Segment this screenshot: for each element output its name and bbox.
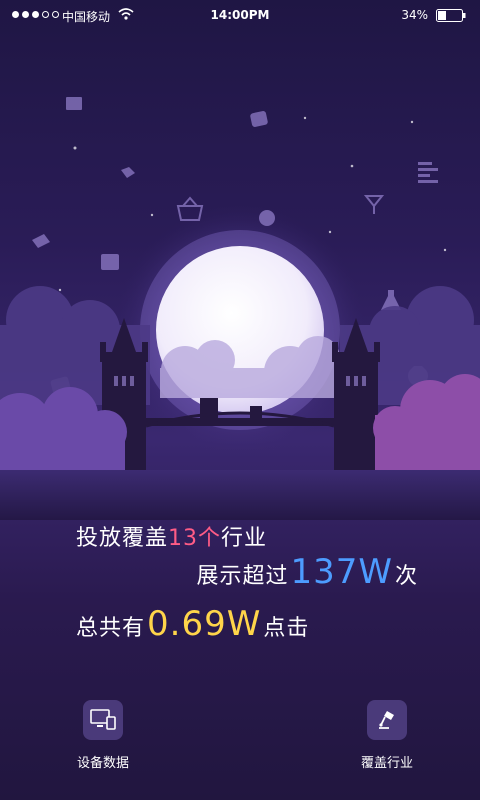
industry-coverage-button[interactable]: 覆盖行业 [332,700,442,771]
stat-industries-suffix: 行业 [221,526,268,551]
device-data-button[interactable]: 设备数据 [48,700,158,771]
device-data-label: 设备数据 [76,756,129,771]
stat-industries-value: 13个 [168,526,222,551]
stat-impressions-value: 137W [290,552,393,592]
cocktail-icon [363,195,385,214]
night-city-illustration [0,97,480,520]
battery-icon [436,9,466,22]
stat-impressions-suffix: 次 [394,564,418,589]
stat-clicks-suffix: 点击 [263,616,310,641]
stat-clicks: 总共有 0.69W 点击 [76,604,309,644]
list-icon [418,162,438,183]
status-bar: 中国移动 14:00PM 34% [0,0,480,32]
stat-clicks-prefix: 总共有 [76,616,146,641]
battery-percentage: 34% [401,8,428,22]
monitor-icon [83,700,123,740]
box-icon [101,254,119,270]
industry-coverage-label: 覆盖行业 [360,756,413,771]
film-reel-icon [259,210,275,226]
splash-screen: 中国移动 14:00PM 34% 投放覆盖13个行业 展示超过 137W 次 总共有… [0,0,480,800]
stat-impressions: 展示超过 137W 次 [196,552,418,592]
gamepad-icon [250,111,268,127]
stat-impressions-prefix: 展示超过 [196,564,289,589]
stat-industries-prefix: 投放覆盖 [76,526,169,551]
lamp-icon [367,700,407,740]
newspaper-icon [66,97,82,110]
tag-icon [121,167,135,178]
stat-clicks-value: 0.69W [147,604,262,644]
stat-industries: 投放覆盖13个行业 [76,520,267,552]
river [0,470,480,520]
lipstick-icon [32,234,50,248]
